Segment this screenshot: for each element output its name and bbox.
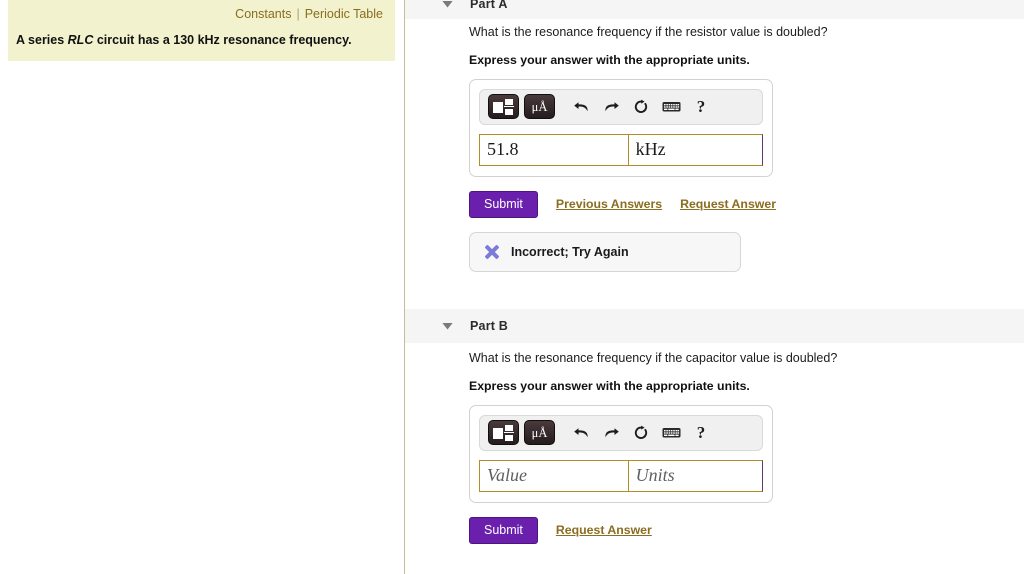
units-icon[interactable]: μÅ [524, 420, 555, 446]
redo-icon[interactable] [596, 420, 626, 446]
part-a-submit-button[interactable]: Submit [469, 190, 538, 218]
problem-text-part1: A series [16, 33, 68, 47]
part-b-title: Part B [470, 319, 509, 333]
reset-icon[interactable] [626, 94, 656, 120]
part-b-instruction: Express your answer with the appropriate… [469, 378, 750, 393]
part-b-body: What is the resonance frequency if the c… [405, 350, 1024, 544]
right-answer-pane: Part A What is the resonance frequency i… [405, 0, 1024, 574]
part-b-field-row: Value Units [479, 459, 763, 492]
left-problem-pane: Constants | Periodic Table A series RLC ci… [0, 0, 404, 574]
periodic-table-link[interactable]: Periodic Table [305, 7, 383, 21]
part-a-title: Part A [470, 0, 508, 11]
part-a-request-answer-link[interactable]: Request Answer [680, 197, 776, 211]
help-icon-label: ? [696, 96, 706, 116]
part-a-submit-row: Submit Previous Answers Request Answer [469, 190, 1024, 218]
undo-icon[interactable] [566, 94, 596, 120]
part-b-answer-box: μÅ ? Value Units [469, 404, 773, 503]
part-a-feedback-text: Incorrect; Try Again [511, 244, 629, 259]
constants-link[interactable]: Constants [235, 7, 291, 21]
units-icon-label: μÅ [531, 425, 548, 440]
redo-icon[interactable] [596, 94, 626, 120]
keyboard-icon[interactable] [656, 420, 686, 446]
part-a-feedback: Incorrect; Try Again [469, 231, 741, 272]
problem-text-part2: circuit has a 130 kHz resonance frequenc… [93, 33, 352, 47]
part-a-units-input[interactable]: kHz [627, 133, 763, 166]
part-b-question: What is the resonance frequency if the c… [469, 351, 838, 365]
chevron-down-icon[interactable] [442, 0, 453, 8]
chevron-down-icon[interactable] [442, 322, 453, 330]
help-icon-label: ? [696, 422, 706, 442]
undo-icon[interactable] [566, 420, 596, 446]
link-separator: | [296, 7, 300, 21]
units-icon[interactable]: μÅ [524, 94, 555, 120]
part-a-header[interactable]: Part A [405, 0, 1024, 19]
part-b-header[interactable]: Part B [405, 309, 1024, 343]
problem-text-rlc: RLC [67, 33, 94, 47]
problem-statement-card: Constants | Periodic Table A series RLC ci… [8, 0, 395, 61]
part-a-previous-answers-link[interactable]: Previous Answers [556, 197, 662, 211]
part-b-request-answer-link[interactable]: Request Answer [556, 523, 652, 537]
reset-icon[interactable] [626, 420, 656, 446]
problem-statement-text: A series RLC circuit has a 130 kHz reson… [16, 33, 352, 47]
resource-links: Constants | Periodic Table [235, 7, 383, 21]
part-a-field-row: 51.8 kHz [479, 133, 763, 166]
part-a-value-input[interactable]: 51.8 [479, 133, 628, 166]
part-a-instruction: Express your answer with the appropriate… [469, 52, 750, 67]
part-a-body: What is the resonance frequency if the r… [405, 24, 1024, 272]
part-b-value-input[interactable]: Value [479, 459, 628, 492]
part-b-toolbar: μÅ ? [479, 414, 763, 451]
math-template-icon[interactable] [488, 420, 519, 446]
part-a-question: What is the resonance frequency if the r… [469, 25, 828, 39]
units-icon-label: μÅ [531, 99, 548, 114]
math-template-icon[interactable] [488, 94, 519, 120]
help-icon[interactable]: ? [686, 420, 716, 446]
part-a-answer-box: μÅ ? 51.8 kHz [469, 78, 773, 177]
part-a-toolbar: μÅ ? [479, 88, 763, 125]
part-b-submit-button[interactable]: Submit [469, 516, 538, 544]
keyboard-icon[interactable] [656, 94, 686, 120]
help-icon[interactable]: ? [686, 94, 716, 120]
part-b-submit-row: Submit Request Answer [469, 516, 1024, 544]
incorrect-x-icon [484, 244, 499, 260]
part-b-units-input[interactable]: Units [627, 459, 763, 492]
problem-page: Constants | Periodic Table A series RLC ci… [0, 0, 1024, 574]
